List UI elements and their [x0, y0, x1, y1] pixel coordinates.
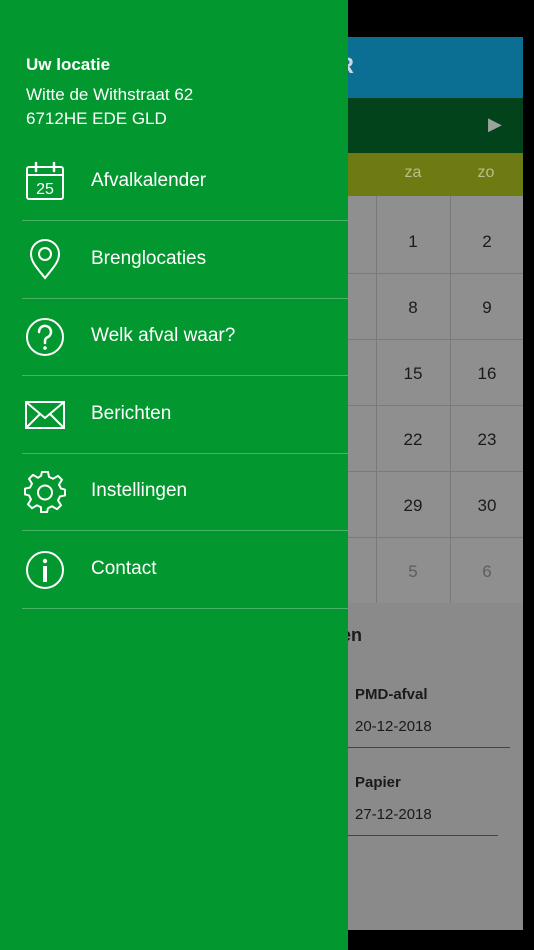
- calendar-day[interactable]: 23: [450, 430, 523, 450]
- question-icon: [26, 318, 64, 356]
- menu-label: Afvalkalender: [91, 170, 207, 191]
- calendar-day[interactable]: 9: [450, 298, 523, 318]
- menu-item-brenglocaties[interactable]: Brenglocaties: [22, 221, 348, 299]
- next-month-icon[interactable]: ▶: [488, 114, 502, 135]
- info-icon: [26, 551, 64, 589]
- menu-label: Brenglocaties: [91, 248, 207, 269]
- envelope-icon: [25, 401, 65, 429]
- address-line-1: Witte de Withstraat 62: [26, 85, 194, 104]
- menu-label: Berichten: [91, 403, 172, 424]
- calendar-day[interactable]: 6: [450, 562, 523, 582]
- upcoming-item-name: Papier: [355, 774, 401, 791]
- menu-item-contact[interactable]: Contact: [22, 531, 348, 609]
- location-pin-icon: [29, 239, 61, 280]
- calendar-day[interactable]: 22: [376, 430, 450, 450]
- menu-item-welk-afval-waar[interactable]: Welk afval waar?: [22, 298, 348, 376]
- calendar-day[interactable]: 29: [376, 496, 450, 516]
- upcoming-item-name: PMD-afval: [355, 686, 428, 703]
- calendar-day[interactable]: 16: [450, 364, 523, 384]
- upcoming-item-date: 27-12-2018: [355, 806, 432, 823]
- menu-item-berichten[interactable]: Berichten: [22, 376, 348, 454]
- calendar-day[interactable]: 2: [450, 232, 523, 252]
- menu-item-afvalkalender[interactable]: 25 Afvalkalender: [22, 143, 348, 221]
- calendar-icon: 25: [26, 161, 64, 200]
- gear-icon: [24, 471, 66, 513]
- calendar-day[interactable]: 5: [376, 562, 450, 582]
- address-line-2: 6712HE EDE GLD: [26, 109, 167, 128]
- calendar-icon-day: 25: [36, 181, 54, 198]
- location-title: Uw locatie: [26, 55, 111, 74]
- calendar-day[interactable]: 8: [376, 298, 450, 318]
- menu-label: Welk afval waar?: [91, 325, 236, 346]
- menu-label: Instellingen: [91, 480, 188, 501]
- calendar-day[interactable]: 15: [376, 364, 450, 384]
- weekday-za: za: [404, 164, 422, 181]
- navigation-drawer: Uw locatie Witte de Withstraat 62 6712HE…: [0, 0, 348, 950]
- upcoming-item-date: 20-12-2018: [355, 718, 432, 735]
- calendar-day[interactable]: 1: [376, 232, 450, 252]
- weekday-zo: zo: [477, 164, 495, 181]
- calendar-day[interactable]: 30: [450, 496, 523, 516]
- menu-item-instellingen[interactable]: Instellingen: [22, 453, 348, 531]
- menu-label: Contact: [91, 558, 157, 579]
